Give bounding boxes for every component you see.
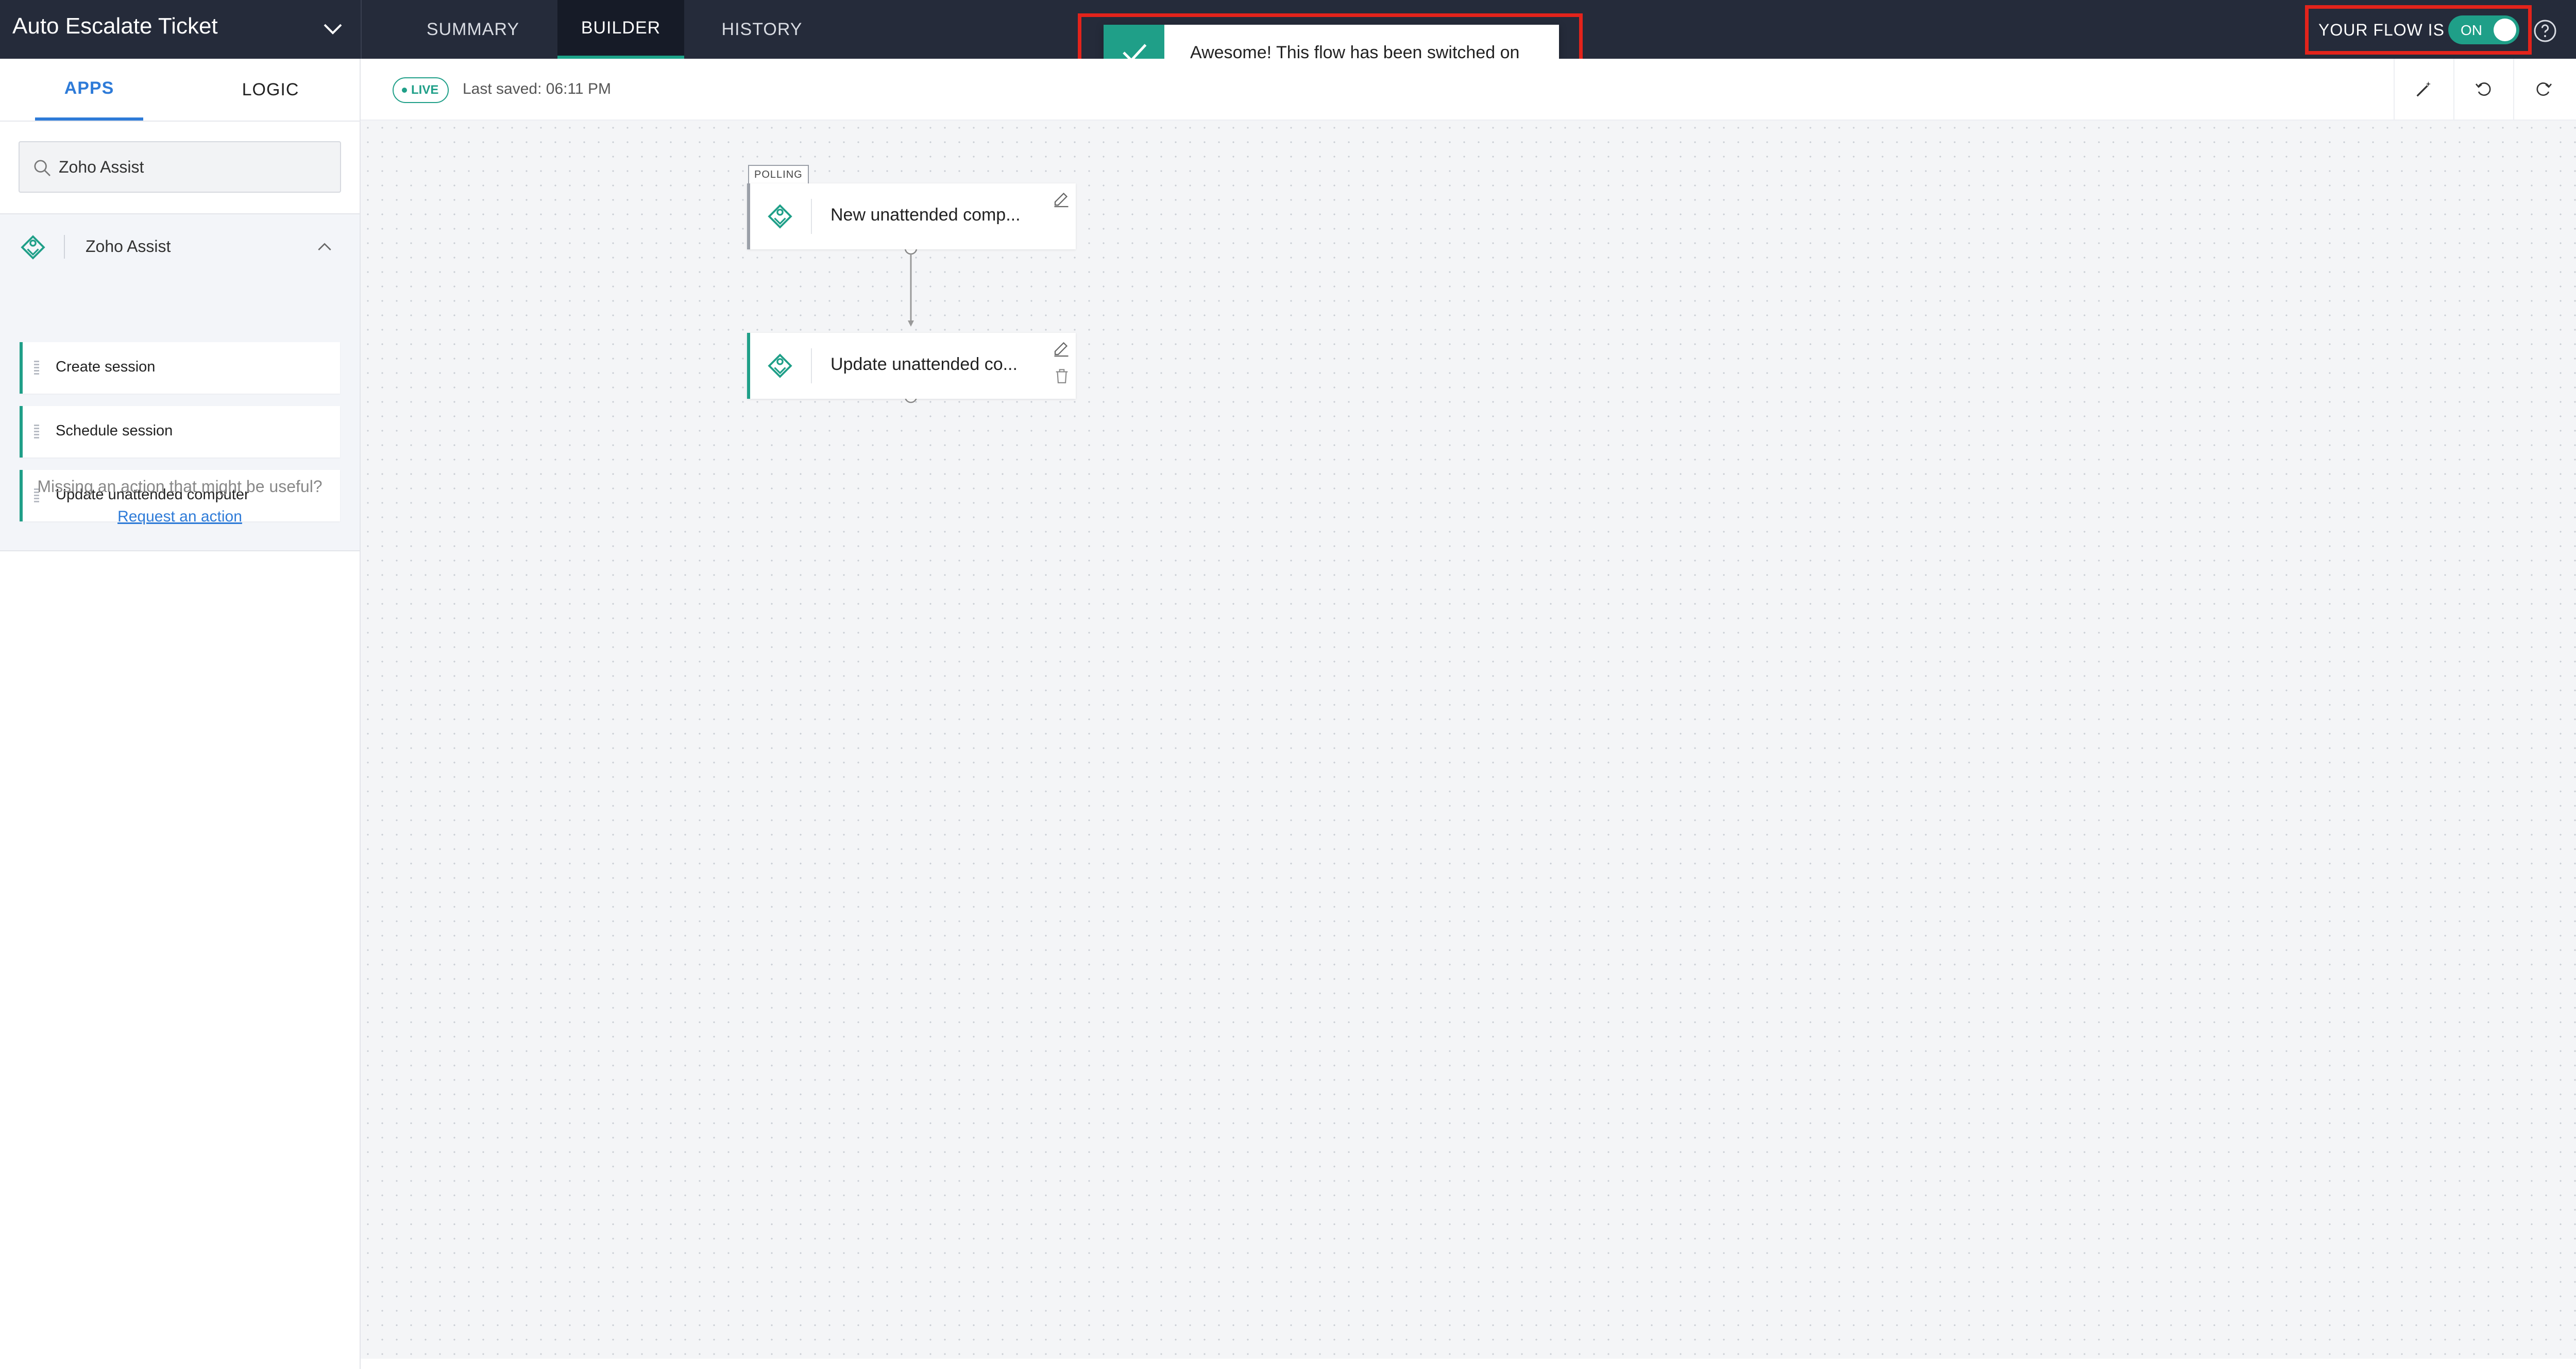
- search-value: Zoho Assist: [59, 158, 144, 176]
- search-input[interactable]: Zoho Assist: [19, 141, 341, 193]
- live-dot: [402, 88, 407, 93]
- live-label: LIVE: [411, 83, 439, 97]
- last-saved-text: Last saved: 06:11 PM: [463, 80, 611, 97]
- edit-icon[interactable]: [1052, 190, 1071, 208]
- divider: [64, 235, 65, 259]
- action-node[interactable]: Update unattended co...: [747, 333, 1076, 399]
- app-name: Zoho Assist: [86, 237, 171, 256]
- action-label: Schedule session: [56, 422, 173, 439]
- action-label: Update unattended co...: [831, 354, 1018, 374]
- redo-button[interactable]: [2513, 59, 2573, 120]
- builder-toolbar: LIVE Last saved: 06:11 PM: [361, 59, 2576, 121]
- divider: [0, 121, 361, 122]
- flow-title: Auto Escalate Ticket: [12, 13, 218, 39]
- flow-canvas[interactable]: [361, 121, 2576, 1359]
- tab-logic[interactable]: LOGIC: [216, 59, 325, 121]
- action-create-session[interactable]: Create session: [20, 342, 340, 394]
- trigger-node[interactable]: New unattended comp...: [747, 183, 1076, 249]
- help-icon[interactable]: [2533, 19, 2557, 43]
- magic-wand-icon: [2416, 81, 2431, 97]
- trigger-label: New unattended comp...: [831, 205, 1021, 225]
- polling-tag: POLLING: [748, 165, 809, 183]
- delete-icon[interactable]: [1053, 367, 1071, 385]
- action-schedule-session[interactable]: Schedule session: [20, 406, 340, 458]
- edit-icon[interactable]: [1052, 339, 1071, 358]
- drag-handle-icon[interactable]: [34, 361, 39, 375]
- flow-title-area[interactable]: Auto Escalate Ticket: [0, 0, 362, 59]
- zoho-assist-icon: [768, 353, 792, 378]
- tab-summary[interactable]: SUMMARY: [395, 0, 551, 59]
- drag-handle-icon[interactable]: [34, 425, 39, 439]
- tab-apps[interactable]: APPS: [35, 59, 143, 121]
- chevron-up-icon[interactable]: [314, 237, 335, 258]
- undo-icon: [2475, 82, 2491, 96]
- sidebar: APPS LOGIC Zoho Assist Zoho Assist Creat…: [0, 59, 361, 1369]
- zoho-assist-icon: [768, 204, 792, 229]
- redo-icon: [2536, 82, 2552, 96]
- flow-status-highlight: [2305, 5, 2532, 55]
- tab-builder[interactable]: BUILDER: [557, 0, 684, 59]
- live-badge: LIVE: [393, 77, 449, 103]
- zoho-assist-icon: [21, 235, 45, 260]
- search-icon: [34, 160, 50, 176]
- divider: [811, 348, 812, 383]
- app-panel-zoho-assist: Zoho Assist Create session Schedule sess…: [0, 213, 360, 551]
- request-action-link[interactable]: Request an action: [0, 508, 360, 526]
- divider: [811, 199, 812, 234]
- magic-wand-button[interactable]: [2394, 59, 2453, 120]
- chevron-down-icon[interactable]: [320, 16, 345, 41]
- tab-history[interactable]: HISTORY: [687, 0, 837, 59]
- canvas-footer: [361, 1359, 2576, 1369]
- missing-action-text: Missing an action that might be useful?: [37, 477, 323, 496]
- undo-button[interactable]: [2453, 59, 2513, 120]
- action-label: Create session: [56, 359, 156, 375]
